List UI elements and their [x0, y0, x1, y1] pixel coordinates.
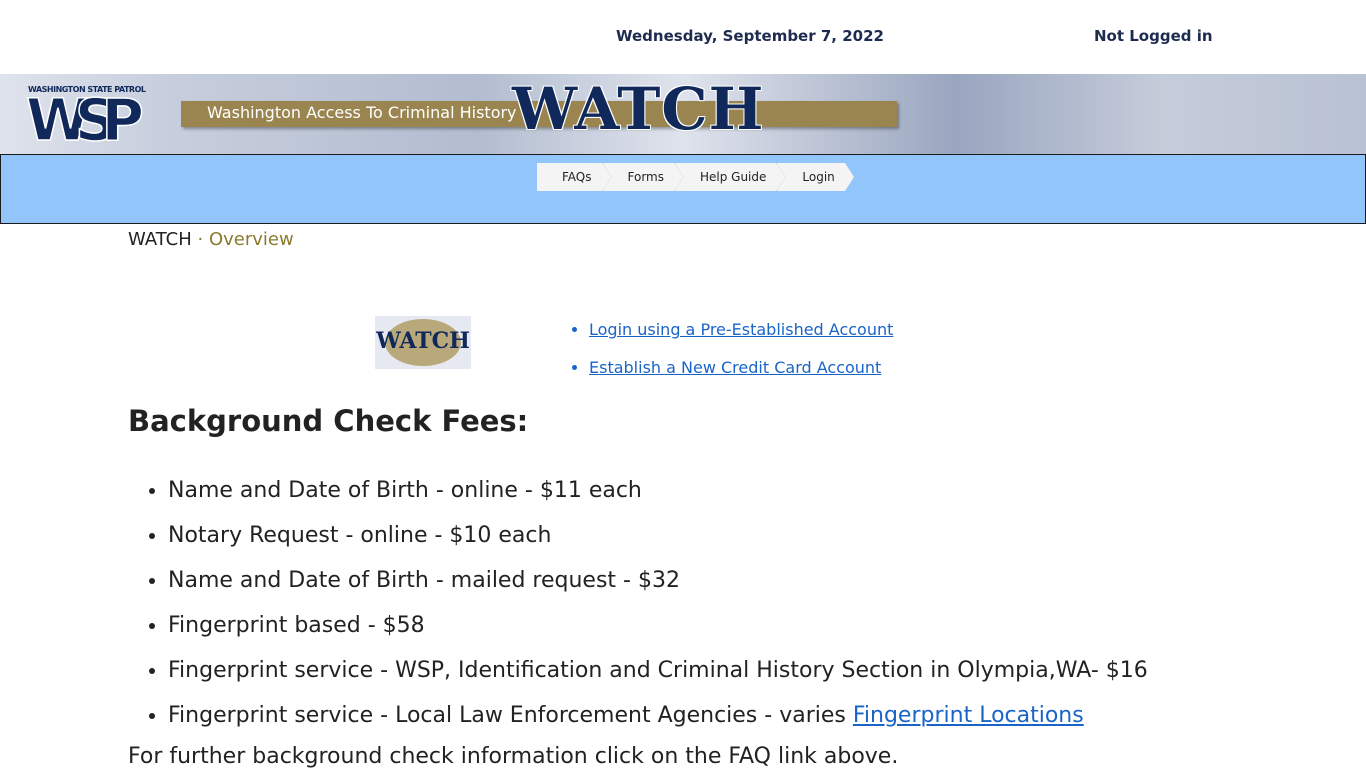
fee-item: Fingerprint service - Local Law Enforcem… [168, 701, 1148, 746]
site-banner: WASHINGTON STATE PATROL WSP Washington A… [0, 74, 1366, 154]
logo-letters: WSP [26, 86, 144, 154]
further-info-text: For further background check information… [128, 744, 899, 769]
nav-item-forms[interactable]: Forms [602, 163, 684, 191]
path-current: Overview [208, 229, 294, 250]
fingerprint-locations-link[interactable]: Fingerprint Locations [853, 703, 1084, 728]
fee-item: Name and Date of Birth - online - $11 ea… [168, 476, 1148, 521]
current-date: Wednesday, September 7, 2022 [616, 27, 884, 45]
new-credit-card-account-link[interactable]: Establish a New Credit Card Account [589, 358, 881, 377]
nav-breadcrumbs: FAQs Forms Help Guide Login [537, 163, 855, 191]
nav-item-help-guide[interactable]: Help Guide [674, 163, 786, 191]
nav-band: FAQs Forms Help Guide Login [0, 154, 1366, 224]
list-item: Login using a Pre-Established Account [589, 320, 893, 339]
banner-subtitle: Washington Access To Criminal History [207, 103, 517, 122]
fee-item-text: Fingerprint service - Local Law Enforcem… [168, 703, 853, 728]
wsp-logo-icon: WASHINGTON STATE PATROL WSP [25, 80, 148, 154]
list-item: Establish a New Credit Card Account [589, 358, 893, 377]
nav-item-login[interactable]: Login [777, 163, 855, 191]
nav-item-faqs[interactable]: FAQs [537, 163, 610, 191]
page-path: WATCH · Overview [128, 229, 294, 250]
top-bar: Wednesday, September 7, 2022 Not Logged … [0, 0, 1366, 74]
banner-title: WATCH [512, 75, 765, 143]
fees-list: Name and Date of Birth - online - $11 ea… [128, 476, 1148, 746]
fee-item: Fingerprint service - WSP, Identificatio… [168, 656, 1148, 701]
fee-item: Name and Date of Birth - mailed request … [168, 566, 1148, 611]
watch-logo-text: WATCH [376, 328, 470, 354]
login-status: Not Logged in [1094, 27, 1213, 45]
fees-heading: Background Check Fees: [128, 404, 529, 438]
fee-item: Notary Request - online - $10 each [168, 521, 1148, 566]
path-root: WATCH [128, 229, 192, 250]
watch-logo: WATCH [375, 316, 471, 369]
account-links: Login using a Pre-Established Account Es… [569, 320, 893, 396]
login-existing-account-link[interactable]: Login using a Pre-Established Account [589, 320, 893, 339]
fee-item: Fingerprint based - $58 [168, 611, 1148, 656]
path-separator: · [197, 229, 204, 250]
